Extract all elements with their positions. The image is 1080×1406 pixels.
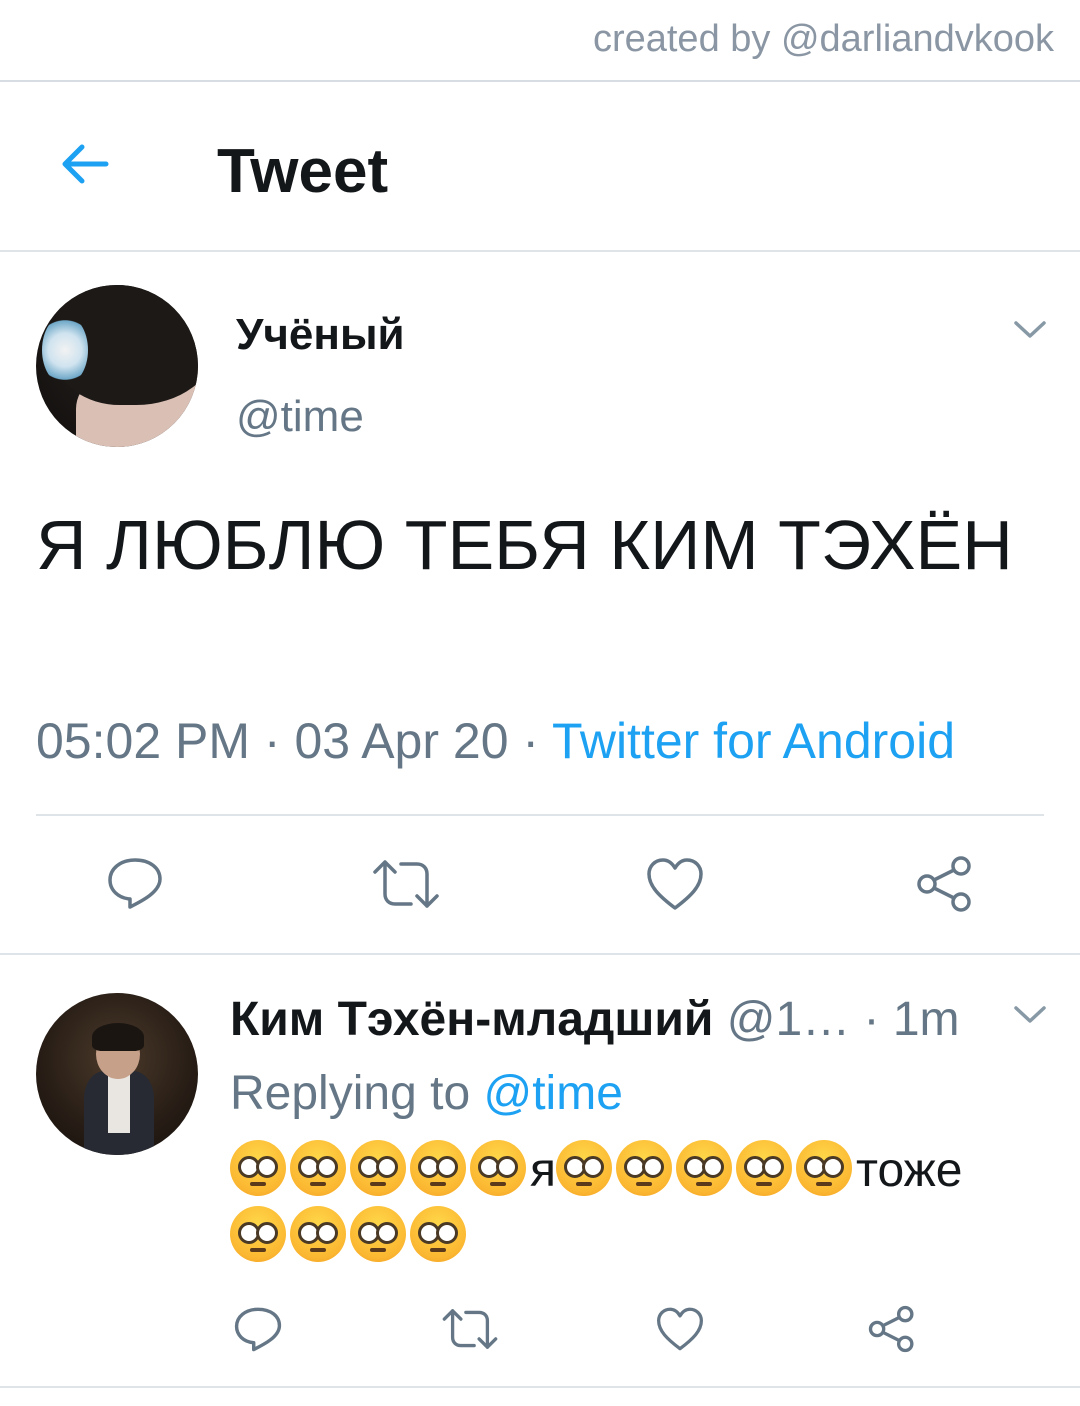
share-button[interactable] (914, 854, 976, 914)
flushed-face-emoji (410, 1140, 466, 1196)
reply-header: Ким Тэхён-младший @1… · 1m (230, 992, 960, 1047)
reply-icon (234, 1307, 282, 1352)
reply-timestamp: · 1m (850, 993, 960, 1046)
share-button[interactable] (866, 1304, 918, 1354)
back-button[interactable] (54, 134, 114, 194)
reply-author-avatar[interactable] (36, 993, 198, 1155)
replying-to: Replying to @time (230, 1066, 623, 1121)
like-button[interactable] (654, 1304, 706, 1354)
reply-word: я (530, 1144, 556, 1197)
tweet-menu-button[interactable] (1012, 318, 1048, 342)
retweet-button[interactable] (370, 856, 442, 912)
avatar-hair (92, 1023, 144, 1051)
replying-label: Replying to (230, 1067, 484, 1120)
like-icon (647, 858, 703, 910)
author-name[interactable]: Учёный (236, 310, 405, 360)
tweet-meta: 05:02 PM · 03 Apr 20 · Twitter for Andro… (36, 712, 955, 770)
reply-author-handle[interactable]: @1… (713, 993, 850, 1046)
flushed-face-emoji (470, 1140, 526, 1196)
credit-watermark: created by @darliandvkook (592, 18, 1054, 60)
reply-menu-button[interactable] (1012, 1003, 1048, 1027)
tweet-separator (0, 953, 1080, 955)
author-handle[interactable]: @time (236, 392, 364, 442)
retweet-button[interactable] (440, 1306, 500, 1352)
share-icon (917, 856, 971, 912)
like-button[interactable] (644, 854, 706, 914)
reply-author-name[interactable]: Ким Тэхён-младший (230, 993, 713, 1046)
page-title: Tweet (217, 137, 389, 206)
flushed-face-emoji (736, 1140, 792, 1196)
flushed-face-emoji (350, 1206, 406, 1262)
flushed-face-emoji (350, 1140, 406, 1196)
tweet-source-link[interactable]: Twitter for Android (552, 713, 955, 769)
flushed-face-emoji (676, 1140, 732, 1196)
reply-icon (108, 858, 162, 909)
tweet-text: Я ЛЮБЛЮ ТЕБЯ КИМ ТЭХЁН (36, 506, 1013, 584)
replying-to-link[interactable]: @time (483, 1067, 622, 1120)
flushed-face-emoji (616, 1140, 672, 1196)
reply-word: тоже (856, 1144, 963, 1197)
reply-button[interactable] (232, 1304, 284, 1354)
flushed-face-emoji (230, 1140, 286, 1196)
avatar-flower (42, 315, 88, 385)
author-avatar[interactable] (36, 285, 198, 447)
reply-button[interactable] (104, 852, 166, 914)
flushed-face-emoji (230, 1206, 286, 1262)
retweet-icon (442, 1309, 498, 1349)
chevron-down-icon (1014, 321, 1046, 338)
flushed-face-emoji (290, 1206, 346, 1262)
reply-text: я тоже (230, 1138, 1030, 1270)
flushed-face-emoji (290, 1140, 346, 1196)
avatar-shirt (108, 1073, 130, 1133)
tweet-timestamp: 05:02 PM · 03 Apr 20 · (36, 713, 553, 769)
flushed-face-emoji (796, 1140, 852, 1196)
like-icon (657, 1307, 703, 1351)
chevron-down-icon (1014, 1006, 1046, 1023)
meta-divider (36, 814, 1044, 816)
flushed-face-emoji (410, 1206, 466, 1262)
top-bar: Tweet (0, 82, 1080, 250)
bottom-divider (0, 1386, 1080, 1388)
retweet-icon (373, 860, 439, 908)
back-arrow-icon (62, 144, 109, 184)
share-icon (868, 1305, 914, 1353)
flushed-face-emoji (556, 1140, 612, 1196)
header-divider (0, 250, 1080, 252)
